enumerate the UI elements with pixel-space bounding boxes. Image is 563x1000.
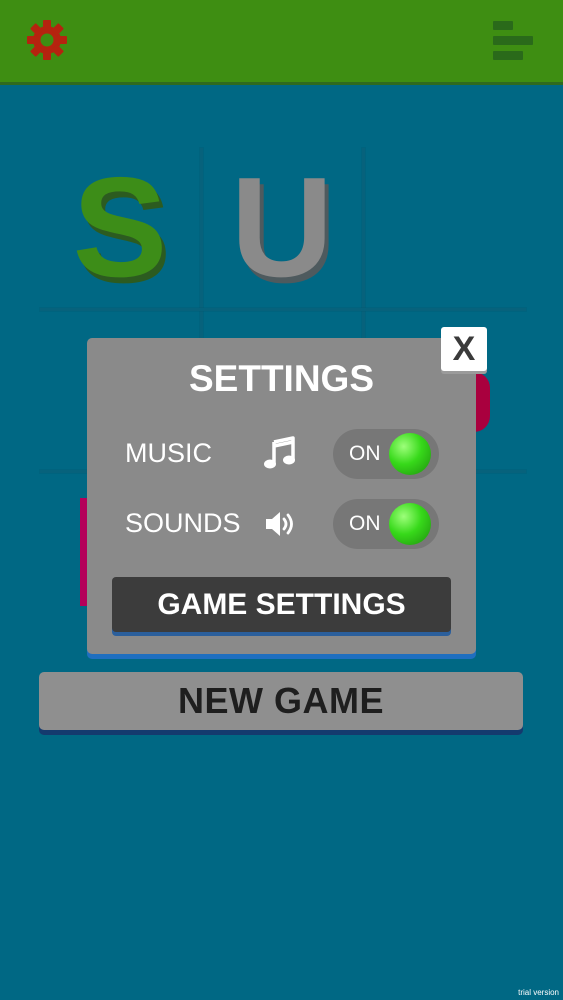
close-button[interactable]: X: [441, 327, 487, 371]
game-settings-label: GAME SETTINGS: [157, 587, 406, 621]
board-cell[interactable]: S: [40, 148, 200, 308]
toggle-knob: [389, 433, 431, 475]
watermark-text: trial version: [518, 988, 559, 997]
cell-letter: U: [230, 148, 334, 307]
music-toggle-state: ON: [349, 442, 381, 465]
new-game-button[interactable]: NEW GAME: [39, 672, 523, 730]
leaderboard-bars-icon[interactable]: [493, 21, 535, 61]
tile-fragment: [474, 372, 490, 432]
cell-letter: S: [72, 148, 168, 307]
sounds-label: SOUNDS: [125, 508, 241, 538]
top-bar: [0, 0, 563, 82]
music-label: MUSIC: [125, 438, 212, 468]
game-settings-button[interactable]: GAME SETTINGS: [112, 577, 451, 632]
new-game-label: NEW GAME: [178, 680, 384, 721]
settings-dialog: SETTINGS X MUSIC ON SOUNDS ON GAME SETTI…: [87, 327, 487, 654]
sounds-toggle[interactable]: ON: [333, 499, 439, 549]
toggle-knob: [389, 503, 431, 545]
sounds-toggle-state: ON: [349, 512, 381, 535]
music-toggle[interactable]: ON: [333, 429, 439, 479]
music-note-icon: [264, 436, 295, 469]
board-cell[interactable]: U: [202, 148, 362, 308]
grid-line: [40, 308, 526, 311]
close-label: X: [452, 329, 476, 368]
gear-icon[interactable]: [26, 19, 68, 61]
speaker-icon: [266, 512, 293, 536]
dialog-title: SETTINGS: [188, 358, 375, 399]
